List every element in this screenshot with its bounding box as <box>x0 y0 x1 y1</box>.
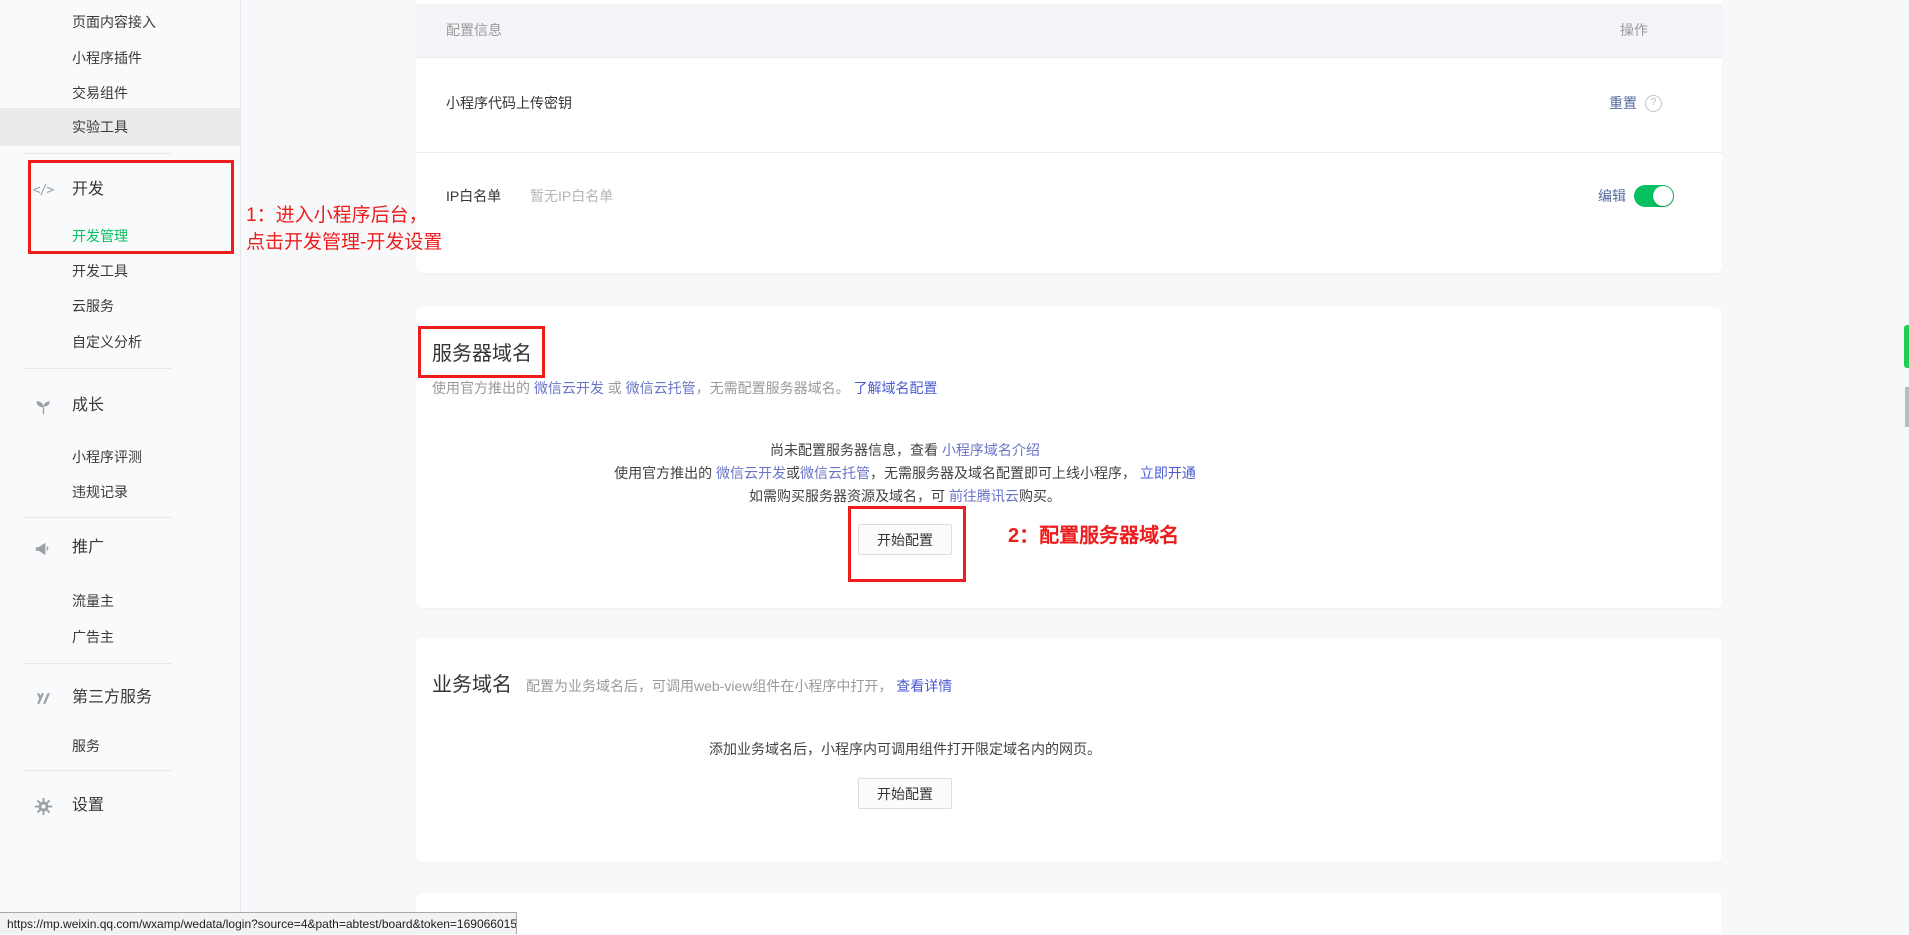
ip-whitelist-label: IP白名单 <box>446 185 501 207</box>
config-info-header-label: 配置信息 <box>446 4 502 57</box>
learn-domain-config-link[interactable]: 了解域名配置 <box>854 380 938 396</box>
wechat-mp-console: 页面内容接入 小程序插件 交易组件 实验工具 </> 开发 开发管理 开发工具 … <box>0 0 1909 935</box>
edit-link[interactable]: 编辑 <box>1598 185 1626 207</box>
sidebar-divider <box>24 663 172 664</box>
row-divider <box>416 152 1722 153</box>
sidebar-item-traffic-master[interactable]: 流量主 <box>72 588 114 614</box>
upload-key-actions: 重置 ? <box>1609 92 1662 114</box>
status-url-bar: https://mp.weixin.qq.com/wxamp/wedata/lo… <box>0 912 517 934</box>
sidebar: 页面内容接入 小程序插件 交易组件 实验工具 </> 开发 开发管理 开发工具 … <box>0 0 241 935</box>
view-details-link[interactable]: 查看详情 <box>896 678 952 694</box>
megaphone-icon <box>32 537 54 559</box>
sidebar-item-trade-components[interactable]: 交易组件 <box>72 80 128 106</box>
sidebar-item-services[interactable]: 服务 <box>72 733 100 759</box>
scrollbar-thumb[interactable] <box>1905 387 1909 427</box>
upload-key-label: 小程序代码上传密钥 <box>446 92 572 114</box>
sidebar-item-miniapp-evaluation[interactable]: 小程序评测 <box>72 444 142 470</box>
empty-text: ，无需服务器及域名配置即可上线小程序， <box>870 465 1140 481</box>
wechat-cloud-dev-link[interactable]: 微信云开发 <box>716 465 786 481</box>
wechat-cloud-hosting-link[interactable]: 微信云托管 <box>626 380 696 396</box>
sidebar-item-advertiser[interactable]: 广告主 <box>72 624 114 650</box>
empty-text: 添加业务域名后，小程序内可调用组件打开限定域名内的网页。 <box>416 738 1394 761</box>
empty-text: 使用官方推出的 <box>614 465 716 481</box>
desc-text: ，无需配置服务器域名。 <box>696 380 854 396</box>
start-config-business-button[interactable]: 开始配置 <box>858 778 952 809</box>
wechat-cloud-hosting-link[interactable]: 微信云托管 <box>800 465 870 481</box>
empty-text: 尚未配置服务器信息，查看 <box>770 442 942 458</box>
server-domain-card: 服务器域名 使用官方推出的 微信云开发 或 微信云托管，无需配置服务器域名。 了… <box>416 307 1722 608</box>
start-config-server-button[interactable]: 开始配置 <box>858 524 952 555</box>
config-card-header: 配置信息 操作 <box>416 4 1722 58</box>
sidebar-section-promotion[interactable]: 推广 <box>72 535 104 561</box>
desc-text: 使用官方推出的 <box>432 380 534 396</box>
ip-whitelist-value: 暂无IP白名单 <box>530 185 613 207</box>
sidebar-item-cloud-services[interactable]: 云服务 <box>72 293 114 319</box>
desc-text: 或 <box>604 380 626 396</box>
annotation-step1-line2: 点击开发管理-开发设置 <box>246 229 442 256</box>
ip-whitelist-toggle[interactable] <box>1634 185 1674 207</box>
business-domain-button-row: 开始配置 <box>416 778 1394 809</box>
sidebar-section-settings[interactable]: 设置 <box>72 793 104 819</box>
empty-text: 购买。 <box>1019 488 1061 504</box>
config-info-card: 配置信息 操作 小程序代码上传密钥 重置 ? IP白名单 暂无IP白名单 编辑 <box>416 0 1722 273</box>
action-column-header: 操作 <box>1620 4 1648 57</box>
gear-icon <box>32 795 54 817</box>
next-card-partial <box>416 893 1722 935</box>
third-party-icon <box>32 687 54 709</box>
reset-link[interactable]: 重置 <box>1609 92 1637 114</box>
sidebar-item-dev-tools[interactable]: 开发工具 <box>72 258 128 284</box>
business-domain-title-row: 业务域名 配置为业务域名后，可调用web-view组件在小程序中打开， 查看详情 <box>432 668 952 697</box>
sidebar-divider <box>24 368 172 369</box>
help-icon[interactable]: ? <box>1645 95 1662 112</box>
business-domain-card: 业务域名 配置为业务域名后，可调用web-view组件在小程序中打开， 查看详情… <box>416 638 1722 862</box>
code-icon: </> <box>32 179 54 201</box>
ip-whitelist-actions: 编辑 <box>1598 185 1674 207</box>
server-domain-button-row: 开始配置 <box>416 524 1394 555</box>
business-domain-title: 业务域名 <box>432 668 512 697</box>
empty-text: 或 <box>786 465 800 481</box>
sidebar-item-plugins[interactable]: 小程序插件 <box>72 45 142 71</box>
sidebar-section-growth[interactable]: 成长 <box>72 393 104 419</box>
domain-intro-link[interactable]: 小程序域名介绍 <box>942 442 1040 458</box>
sidebar-section-develop[interactable]: 开发 <box>72 177 104 203</box>
sprout-icon <box>32 395 54 417</box>
server-domain-title: 服务器域名 <box>432 340 532 368</box>
sidebar-item-custom-analysis[interactable]: 自定义分析 <box>72 329 142 355</box>
annotation-step1-line1: 1：进入小程序后台， <box>246 202 442 229</box>
floating-widget-sliver[interactable] <box>1904 325 1909 368</box>
business-domain-empty-state: 添加业务域名后，小程序内可调用组件打开限定域名内的网页。 <box>416 738 1394 761</box>
server-domain-desc: 使用官方推出的 微信云开发 或 微信云托管，无需配置服务器域名。 了解域名配置 <box>432 378 938 398</box>
sidebar-item-violation-records[interactable]: 违规记录 <box>72 479 128 505</box>
sidebar-divider <box>24 770 172 771</box>
desc-text: 配置为业务域名后，可调用web-view组件在小程序中打开， <box>526 678 896 694</box>
sidebar-divider <box>24 517 172 518</box>
wechat-cloud-dev-link[interactable]: 微信云开发 <box>534 380 604 396</box>
annotation-step1: 1：进入小程序后台， 点击开发管理-开发设置 <box>246 202 442 256</box>
server-domain-empty-state: 尚未配置服务器信息，查看 小程序域名介绍 使用官方推出的 微信云开发或微信云托管… <box>416 439 1394 508</box>
activate-now-link[interactable]: 立即开通 <box>1140 465 1196 481</box>
sidebar-section-third-party[interactable]: 第三方服务 <box>72 685 152 711</box>
tencent-cloud-link[interactable]: 前往腾讯云 <box>949 488 1019 504</box>
annotation-step2: 2：配置服务器域名 <box>1008 519 1179 548</box>
sidebar-item-dev-management[interactable]: 开发管理 <box>72 223 128 249</box>
sidebar-item-page-content[interactable]: 页面内容接入 <box>72 9 156 35</box>
business-domain-desc: 配置为业务域名后，可调用web-view组件在小程序中打开， 查看详情 <box>526 676 952 696</box>
sidebar-divider <box>24 153 172 154</box>
sidebar-item-experiment-tools[interactable]: 实验工具 <box>72 114 128 140</box>
empty-text: 如需购买服务器资源及域名，可 <box>749 488 949 504</box>
